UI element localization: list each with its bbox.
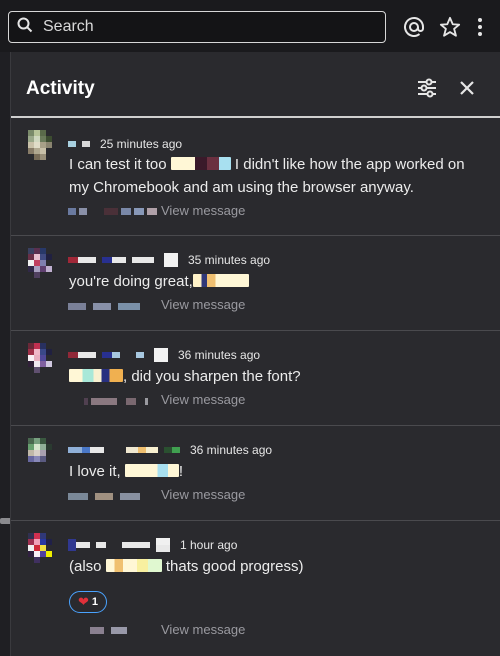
message-meta: 25 minutes ago (68, 137, 182, 151)
timestamp: 25 minutes ago (100, 137, 183, 151)
reaction-count: 1 (91, 596, 99, 608)
message-meta: 36 minutes ago (68, 443, 272, 457)
view-message-link[interactable]: View message (161, 622, 245, 637)
message-text: (also thats good progress) (69, 558, 304, 575)
more-options-icon[interactable] (469, 16, 491, 38)
message-footer (68, 299, 143, 313)
redacted-mention (170, 157, 231, 170)
sliders-icon[interactable] (415, 76, 439, 100)
redacted-mention (69, 369, 123, 382)
star-icon[interactable] (439, 16, 461, 38)
view-message-link[interactable]: View message (161, 203, 245, 218)
view-message-link[interactable]: View message (161, 392, 245, 407)
close-icon[interactable] (455, 76, 479, 100)
message-footer (68, 489, 143, 503)
panel-title: Activity (26, 78, 95, 99)
activity-item[interactable]: 35 minutes ago you're doing great, View … (11, 236, 500, 331)
message-text: I love it, ! (69, 463, 184, 480)
at-sign-icon[interactable] (403, 16, 425, 38)
view-message-link[interactable]: View message (161, 297, 245, 312)
redacted-mention (192, 274, 249, 287)
reaction-heart-button[interactable]: ❤ 1 (69, 591, 107, 613)
message-footer (68, 623, 130, 637)
message-text: , did you sharpen the font? (69, 365, 477, 388)
search-input[interactable] (41, 17, 385, 37)
message-text: I can test it too I didn't like how the … (69, 156, 465, 196)
avatar (28, 343, 52, 383)
activity-item[interactable]: 25 minutes ago I can test it too I didn'… (11, 118, 500, 236)
message-text: you're doing great, (69, 270, 477, 293)
activity-item[interactable]: 36 minutes ago , did you sharpen the fon… (11, 331, 500, 426)
timestamp: 36 minutes ago (190, 443, 273, 457)
activity-item[interactable]: 36 minutes ago I love it, ! View message (11, 426, 500, 521)
redacted-mention (124, 464, 179, 477)
top-bar (0, 0, 500, 52)
avatar (28, 533, 52, 573)
avatar (28, 438, 52, 478)
search-box[interactable] (8, 11, 386, 43)
view-message-link[interactable]: View message (161, 487, 245, 502)
activity-panel: Activity 25 minutes ago I can test it to… (10, 52, 500, 656)
avatar (28, 248, 52, 288)
message-footer (68, 394, 151, 408)
message-meta: 1 hour ago (68, 538, 237, 552)
timestamp: 35 minutes ago (188, 253, 271, 267)
message-footer (68, 204, 160, 218)
search-icon (17, 17, 33, 38)
heart-icon: ❤ (77, 594, 89, 609)
timestamp: 1 hour ago (180, 538, 238, 552)
message-meta: 35 minutes ago (68, 253, 270, 267)
message-meta: 36 minutes ago (68, 348, 260, 362)
redacted-mention (105, 559, 162, 572)
avatar (28, 130, 52, 170)
timestamp: 36 minutes ago (178, 348, 261, 362)
activity-item[interactable]: 1 hour ago (also thats good progress) ❤ 1… (11, 521, 500, 656)
panel-header: Activity (11, 52, 500, 118)
